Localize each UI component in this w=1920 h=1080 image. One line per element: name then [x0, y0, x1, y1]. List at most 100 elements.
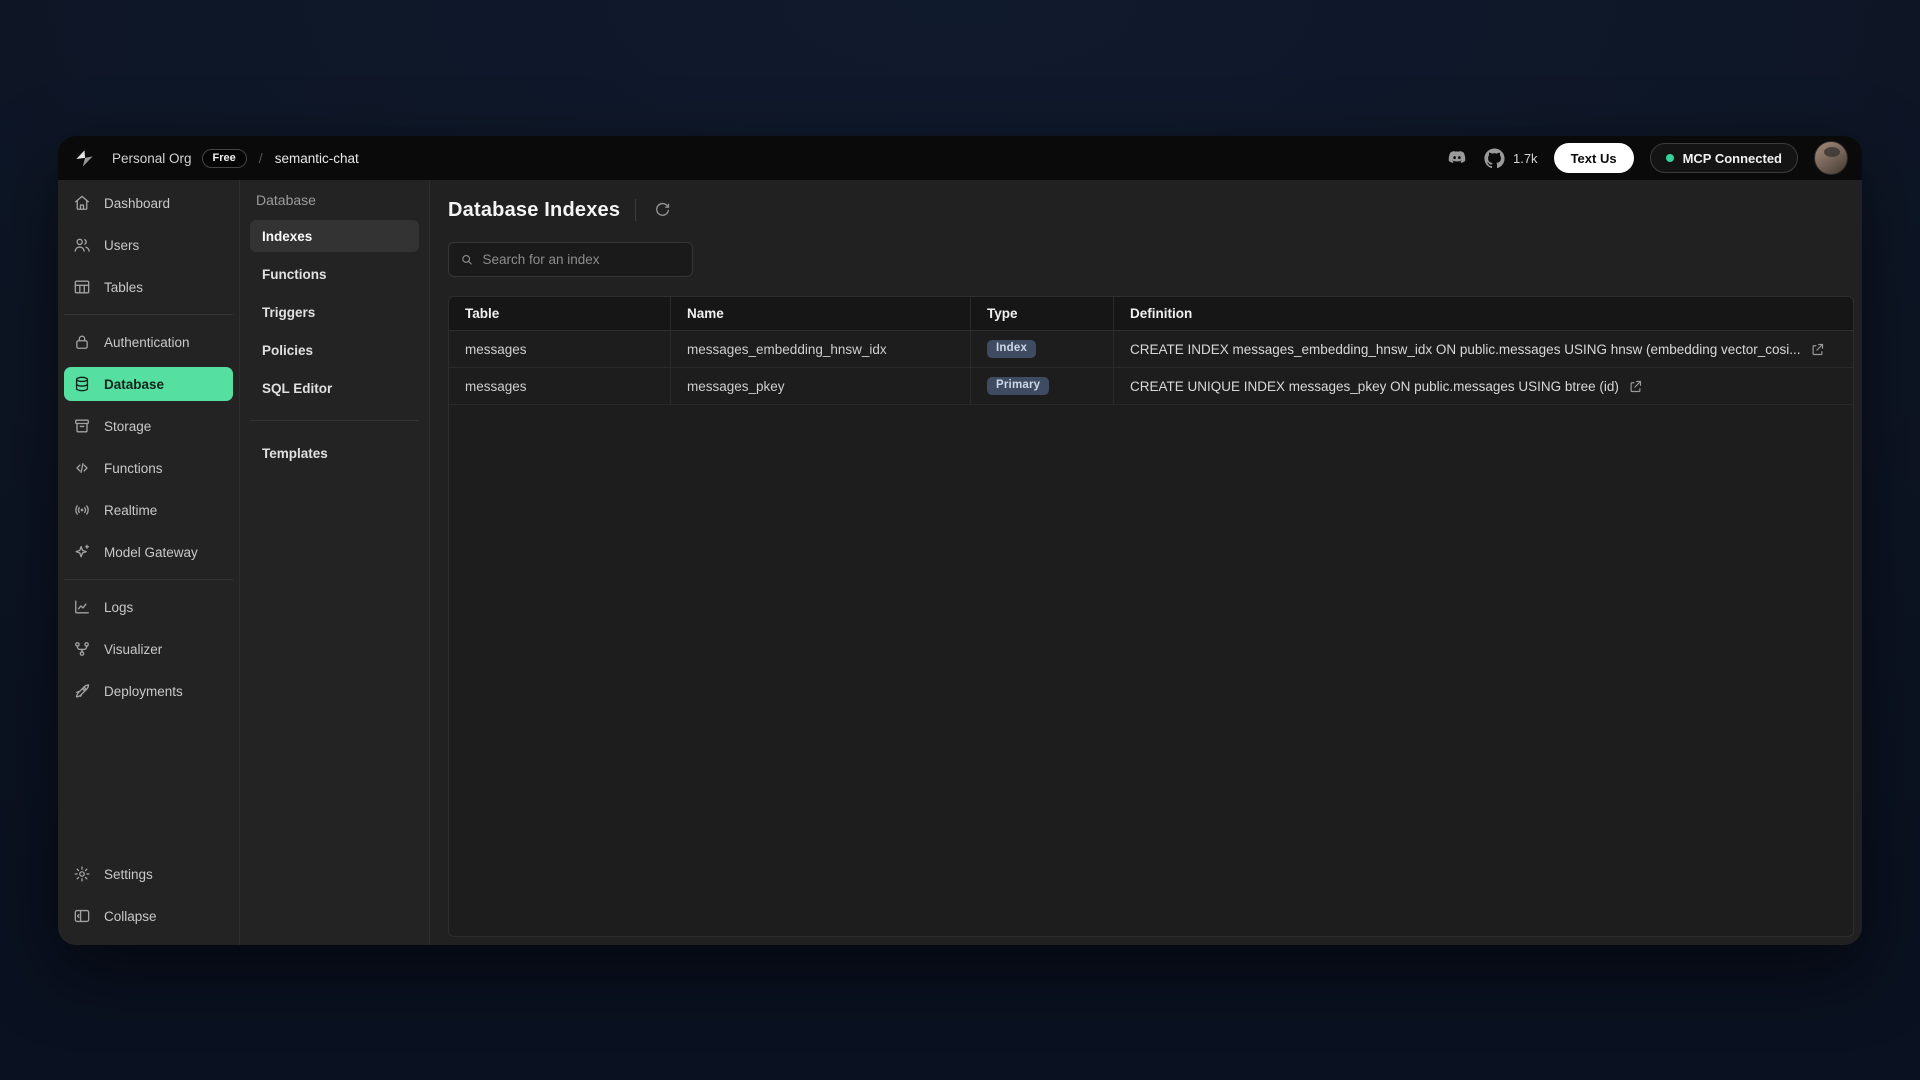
external-link-icon[interactable]: [1628, 379, 1643, 394]
table-icon: [72, 277, 92, 297]
sidebar-item-label: Tables: [104, 280, 143, 295]
sidebar-item-model-gateway[interactable]: Model Gateway: [64, 535, 233, 569]
sidebar-item-realtime[interactable]: Realtime: [64, 493, 233, 527]
subsidebar-item-functions[interactable]: Functions: [250, 258, 419, 290]
breadcrumb-project[interactable]: semantic-chat: [275, 151, 359, 166]
subsidebar-group: Indexes Functions Triggers Policies SQL …: [250, 220, 419, 420]
sidebar-item-label: Realtime: [104, 503, 157, 518]
subsidebar-item-indexes[interactable]: Indexes: [250, 220, 419, 252]
search-icon: [460, 252, 473, 267]
sidebar-item-users[interactable]: Users: [64, 228, 233, 262]
sidebar-item-database[interactable]: Database: [64, 367, 233, 401]
users-icon: [72, 235, 92, 255]
sidebar-item-logs[interactable]: Logs: [64, 590, 233, 624]
sidebar-item-collapse[interactable]: Collapse: [64, 899, 233, 933]
subsidebar-item-triggers[interactable]: Triggers: [250, 296, 419, 328]
avatar[interactable]: [1814, 141, 1848, 175]
subsidebar-heading: Database: [250, 190, 419, 220]
github-star-count: 1.7k: [1513, 151, 1538, 166]
github-stars[interactable]: 1.7k: [1484, 147, 1538, 169]
sidebar-item-label: Deployments: [104, 684, 183, 699]
sidebar-item-authentication[interactable]: Authentication: [64, 325, 233, 359]
table-row[interactable]: messages messages_pkey Primary CREATE UN…: [449, 368, 1853, 405]
indexes-table: Table Name Type Definition messages mess…: [448, 296, 1854, 937]
search-input[interactable]: [482, 252, 681, 267]
sidebar-item-functions[interactable]: Functions: [64, 451, 233, 485]
breadcrumb-org[interactable]: Personal Org: [112, 151, 192, 166]
header-definition[interactable]: Definition: [1114, 297, 1853, 330]
gear-icon: [72, 864, 92, 884]
table-empty-area: [449, 405, 1853, 936]
github-icon: [1484, 147, 1506, 169]
header-type[interactable]: Type: [971, 297, 1114, 330]
header-table[interactable]: Table: [449, 297, 671, 330]
cell-definition: CREATE INDEX messages_embedding_hnsw_idx…: [1130, 342, 1801, 357]
mcp-status-label: MCP Connected: [1683, 151, 1782, 166]
app-window: Personal Org Free / semantic-chat 1.7k: [58, 136, 1862, 945]
cell-definition: CREATE UNIQUE INDEX messages_pkey ON pub…: [1130, 379, 1619, 394]
external-link-icon[interactable]: [1810, 342, 1825, 357]
subsidebar-item-templates[interactable]: Templates: [250, 437, 419, 469]
text-us-button[interactable]: Text Us: [1554, 143, 1634, 173]
type-badge: Primary: [987, 377, 1049, 396]
cell-table: messages: [449, 368, 671, 404]
subsidebar-item-label: Functions: [262, 267, 327, 282]
sidebar-item-storage[interactable]: Storage: [64, 409, 233, 443]
sidebar-group: Authentication Database Storage Function…: [64, 314, 233, 579]
subsidebar-item-policies[interactable]: Policies: [250, 334, 419, 366]
sidebar-item-tables[interactable]: Tables: [64, 270, 233, 304]
subsidebar-group: Templates: [250, 420, 419, 485]
home-icon: [72, 193, 92, 213]
sidebar-group: Dashboard Users Tables: [64, 184, 233, 314]
index-search[interactable]: [448, 242, 693, 277]
breadcrumb-separator: /: [259, 150, 263, 166]
subsidebar-item-label: Triggers: [262, 305, 315, 320]
chart-icon: [72, 597, 92, 617]
status-dot: [1666, 154, 1674, 162]
cell-name: messages_pkey: [671, 368, 971, 404]
subsidebar-item-sql-editor[interactable]: SQL Editor: [250, 372, 419, 404]
storage-icon: [72, 416, 92, 436]
sparkles-icon: [72, 542, 92, 562]
sidebar-item-dashboard[interactable]: Dashboard: [64, 186, 233, 220]
network-icon: [72, 639, 92, 659]
cell-name: messages_embedding_hnsw_idx: [671, 331, 971, 367]
sidebar-item-label: Model Gateway: [104, 545, 198, 560]
mcp-status-pill[interactable]: MCP Connected: [1650, 143, 1798, 173]
sidebar-item-label: Functions: [104, 461, 163, 476]
subsidebar-item-label: Indexes: [262, 229, 312, 244]
sidebar-item-label: Settings: [104, 867, 153, 882]
discord-icon[interactable]: [1446, 147, 1468, 169]
code-icon: [72, 458, 92, 478]
sidebar-item-label: Users: [104, 238, 139, 253]
title-divider: [635, 199, 636, 221]
database-icon: [72, 374, 92, 394]
sidebar-item-label: Storage: [104, 419, 151, 434]
table-row[interactable]: messages messages_embedding_hnsw_idx Ind…: [449, 331, 1853, 368]
sidebar-item-label: Authentication: [104, 335, 190, 350]
sidebar-item-visualizer[interactable]: Visualizer: [64, 632, 233, 666]
topbar: Personal Org Free / semantic-chat 1.7k: [58, 136, 1862, 180]
header-name[interactable]: Name: [671, 297, 971, 330]
refresh-button[interactable]: [651, 199, 673, 221]
subsidebar-item-label: SQL Editor: [262, 381, 332, 396]
app-logo-icon[interactable]: [72, 146, 96, 170]
plan-badge: Free: [202, 149, 247, 168]
primary-sidebar: Dashboard Users Tables Authentication Da…: [58, 180, 240, 945]
broadcast-icon: [72, 500, 92, 520]
sidebar-item-label: Collapse: [104, 909, 157, 924]
table-header-row: Table Name Type Definition: [449, 297, 1853, 331]
main-content: Database Indexes Table Name: [430, 180, 1862, 945]
sidebar-item-label: Dashboard: [104, 196, 170, 211]
sidebar-group: Logs Visualizer Deployments: [64, 579, 233, 718]
page-title: Database Indexes: [448, 199, 620, 222]
sidebar-item-settings[interactable]: Settings: [64, 857, 233, 891]
lock-icon: [72, 332, 92, 352]
type-badge: Index: [987, 340, 1036, 359]
cell-table: messages: [449, 331, 671, 367]
rocket-icon: [72, 681, 92, 701]
secondary-sidebar: Database Indexes Functions Triggers Poli…: [240, 180, 430, 945]
subsidebar-item-label: Templates: [262, 446, 328, 461]
sidebar-item-deployments[interactable]: Deployments: [64, 674, 233, 708]
subsidebar-item-label: Policies: [262, 343, 313, 358]
